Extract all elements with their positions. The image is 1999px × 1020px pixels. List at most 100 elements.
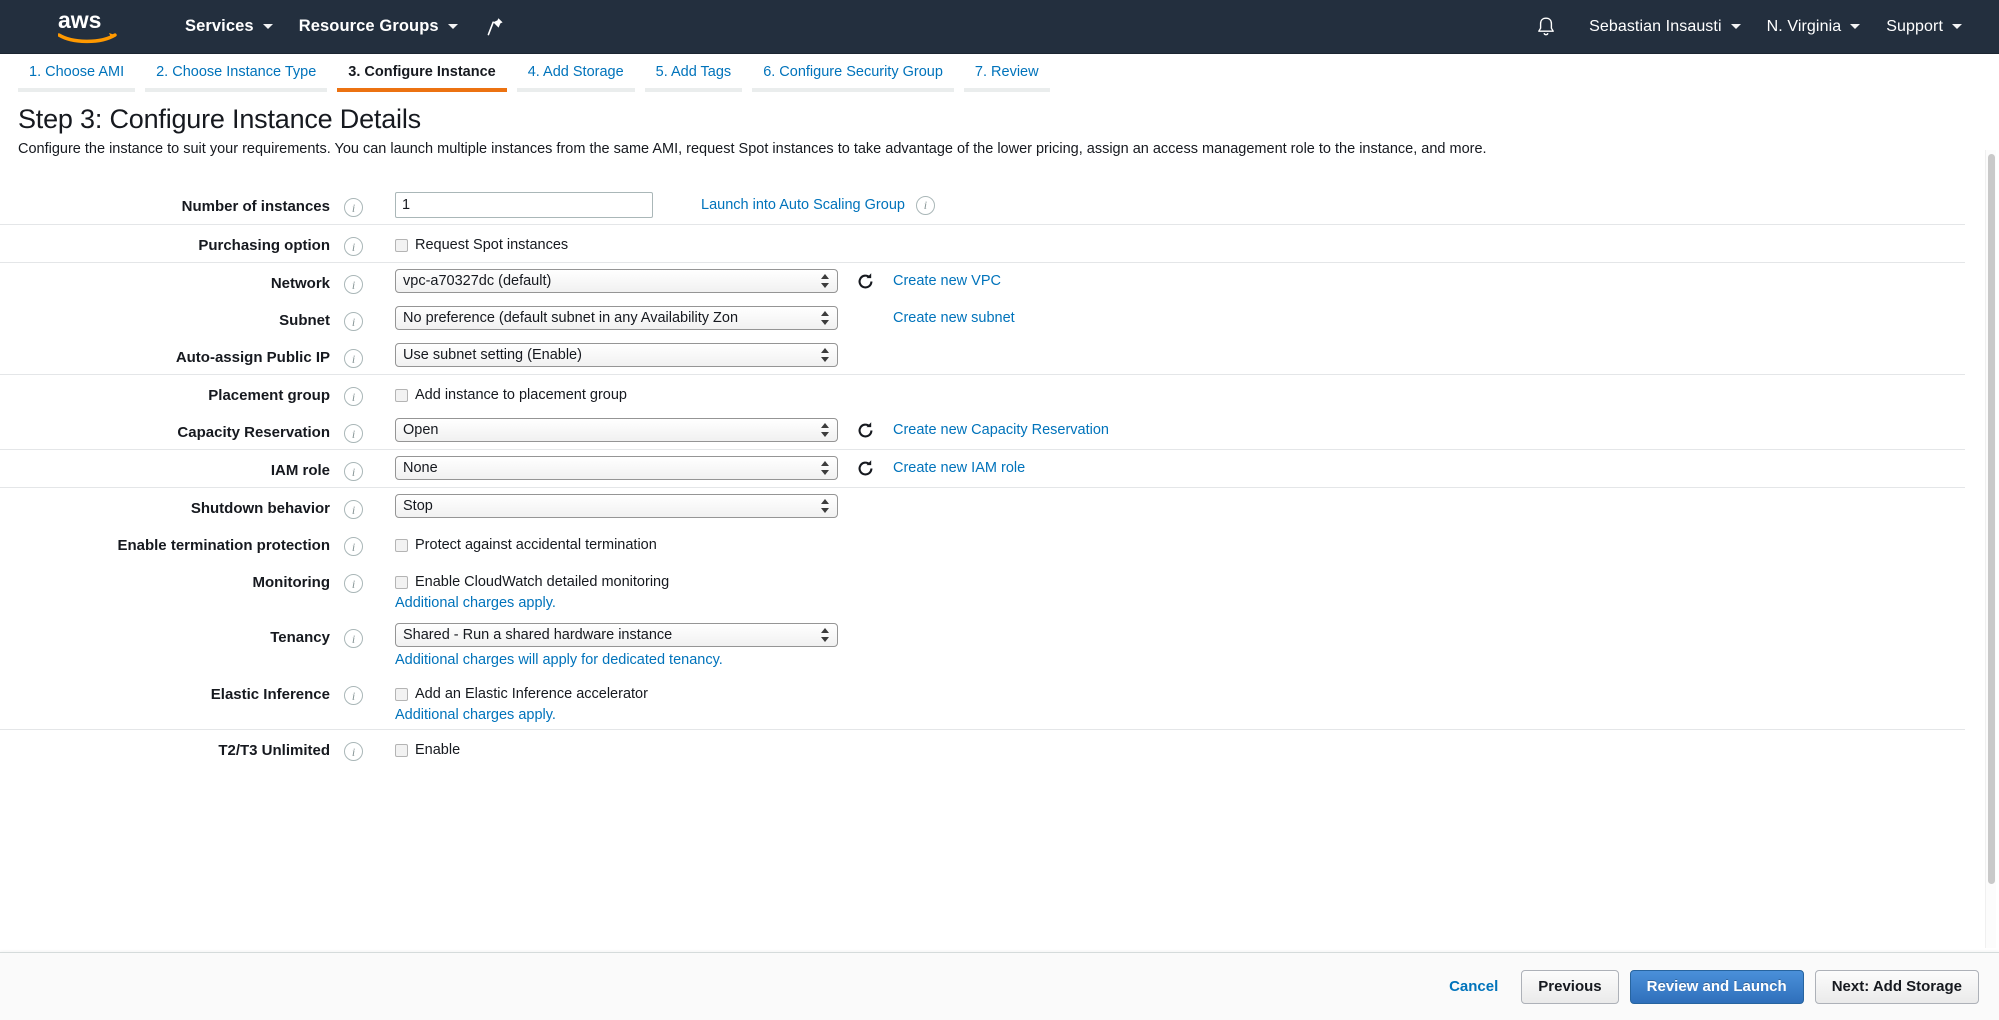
refresh-icon	[858, 272, 873, 288]
row-iam-role: IAM role i None Create new IAM role	[0, 450, 1965, 487]
nav-resource-groups-label: Resource Groups	[298, 17, 439, 35]
aws-top-navigation: aws Services Resource Groups Sebastian I…	[0, 0, 1999, 54]
previous-button[interactable]: Previous	[1521, 969, 1619, 1004]
capacity-reservation-select[interactable]: Open	[395, 418, 838, 442]
auto-assign-public-ip-select[interactable]: Use subnet setting (Enable)	[395, 343, 838, 367]
number-of-instances-input[interactable]	[395, 192, 653, 218]
row-placement-group: Placement group i Add instance to placem…	[0, 375, 1965, 412]
info-icon[interactable]: i	[344, 349, 363, 368]
elastic-inference-additional-charges-link[interactable]: Additional charges apply.	[395, 707, 648, 723]
select-arrows-icon	[821, 310, 830, 326]
nav-region-label: N. Virginia	[1766, 17, 1842, 35]
create-new-vpc-link[interactable]: Create new VPC	[893, 273, 1001, 289]
tab-add-storage[interactable]: 4. Add Storage	[516, 64, 635, 92]
info-icon[interactable]: i	[344, 237, 363, 256]
refresh-icon	[858, 421, 873, 437]
row-auto-assign-public-ip: Auto-assign Public IP i Use subnet setti…	[0, 337, 1965, 374]
termination-protection-checkbox[interactable]	[395, 538, 408, 552]
form-section-behavior: Shutdown behavior i Stop Enable terminat…	[0, 488, 1965, 730]
row-network: Network i vpc-a70327dc (default) Create …	[0, 263, 1965, 300]
info-icon[interactable]: i	[344, 424, 363, 443]
info-icon[interactable]: i	[915, 195, 935, 215]
info-icon[interactable]: i	[344, 574, 363, 593]
subnet-select[interactable]: No preference (default subnet in any Ava…	[395, 306, 838, 330]
elastic-inference-checkbox[interactable]	[395, 687, 408, 701]
info-icon[interactable]: i	[344, 629, 363, 648]
request-spot-instances-label[interactable]: Request Spot instances	[415, 237, 568, 253]
cloudwatch-monitoring-label[interactable]: Enable CloudWatch detailed monitoring	[415, 574, 669, 590]
review-and-launch-button[interactable]: Review and Launch	[1629, 969, 1804, 1004]
shutdown-behavior-select[interactable]: Stop	[395, 494, 838, 518]
launch-into-auto-scaling-group-link[interactable]: Launch into Auto Scaling Group	[701, 197, 905, 213]
t2-t3-unlimited-label[interactable]: Enable	[415, 742, 460, 758]
network-select[interactable]: vpc-a70327dc (default)	[395, 269, 838, 293]
refresh-iam-role-button[interactable]	[856, 459, 875, 478]
page-header: Step 3: Configure Instance Details Confi…	[0, 92, 1999, 160]
info-icon[interactable]: i	[344, 387, 363, 406]
info-icon[interactable]: i	[344, 198, 363, 217]
chevron-down-icon	[262, 24, 273, 29]
select-arrows-icon	[821, 627, 830, 643]
tab-configure-security-group[interactable]: 6. Configure Security Group	[752, 64, 954, 92]
info-icon[interactable]: i	[344, 686, 363, 705]
page-scrollbar[interactable]	[1985, 150, 1996, 948]
iam-role-select[interactable]: None	[395, 456, 838, 480]
cloudwatch-monitoring-checkbox[interactable]	[395, 575, 408, 589]
nav-user-menu[interactable]: Sebastian Insausti	[1576, 0, 1754, 53]
info-icon[interactable]: i	[344, 462, 363, 481]
auto-assign-public-ip-value: Use subnet setting (Enable)	[403, 347, 582, 363]
tab-review[interactable]: 7. Review	[963, 64, 1050, 92]
form-section-placement: Placement group i Add instance to placem…	[0, 375, 1965, 450]
tab-configure-instance[interactable]: 3. Configure Instance	[337, 64, 507, 92]
nav-support-menu[interactable]: Support	[1873, 0, 1975, 53]
create-new-iam-role-link[interactable]: Create new IAM role	[893, 460, 1025, 476]
notifications-button[interactable]	[1516, 0, 1576, 53]
label-shutdown-behavior: Shutdown behavior	[190, 500, 330, 517]
add-to-placement-group-label[interactable]: Add instance to placement group	[415, 387, 627, 403]
t2-t3-unlimited-checkbox[interactable]	[395, 743, 408, 757]
pin-icon	[487, 18, 503, 36]
select-arrows-icon	[821, 498, 830, 514]
monitoring-additional-charges-link[interactable]: Additional charges apply.	[395, 595, 669, 611]
aws-logo[interactable]: aws	[58, 8, 120, 46]
network-select-value: vpc-a70327dc (default)	[403, 273, 552, 289]
pin-button[interactable]	[471, 0, 520, 53]
next-add-storage-button[interactable]: Next: Add Storage	[1814, 969, 1979, 1004]
nav-region-menu[interactable]: N. Virginia	[1754, 0, 1874, 53]
row-subnet: Subnet i No preference (default subnet i…	[0, 300, 1965, 337]
tenancy-select[interactable]: Shared - Run a shared hardware instance	[395, 623, 838, 647]
row-tenancy: Tenancy i Shared - Run a shared hardware…	[0, 617, 1965, 674]
refresh-icon	[858, 459, 873, 475]
elastic-inference-label[interactable]: Add an Elastic Inference accelerator	[415, 686, 648, 702]
nav-resource-groups[interactable]: Resource Groups	[286, 0, 471, 53]
termination-protection-label[interactable]: Protect against accidental termination	[415, 537, 657, 553]
row-elastic-inference: Elastic Inference i Add an Elastic Infer…	[0, 674, 1965, 729]
add-to-placement-group-checkbox[interactable]	[395, 388, 408, 402]
create-new-capacity-reservation-link[interactable]: Create new Capacity Reservation	[893, 422, 1109, 438]
tab-add-tags[interactable]: 5. Add Tags	[644, 64, 743, 92]
label-auto-assign-public-ip: Auto-assign Public IP	[175, 349, 330, 366]
refresh-capacity-reservation-button[interactable]	[856, 421, 875, 440]
label-monitoring: Monitoring	[252, 574, 330, 591]
info-icon[interactable]: i	[344, 275, 363, 294]
refresh-network-button[interactable]	[856, 272, 875, 291]
create-new-subnet-link[interactable]: Create new subnet	[893, 310, 1015, 326]
tenancy-additional-charges-link[interactable]: Additional charges will apply for dedica…	[395, 652, 838, 668]
tab-choose-instance-type[interactable]: 2. Choose Instance Type	[145, 64, 328, 92]
info-icon[interactable]: i	[344, 500, 363, 519]
row-capacity-reservation: Capacity Reservation i Open Create new C…	[0, 412, 1965, 449]
svg-text:aws: aws	[58, 8, 101, 33]
subnet-select-value: No preference (default subnet in any Ava…	[403, 310, 739, 326]
select-arrows-icon	[821, 422, 830, 438]
form-section-t2-t3-unlimited: T2/T3 Unlimited i Enable	[0, 730, 1965, 767]
scrollbar-thumb[interactable]	[1988, 154, 1995, 884]
row-termination-protection: Enable termination protection i Protect …	[0, 525, 1965, 562]
nav-services[interactable]: Services	[172, 0, 286, 53]
request-spot-instances-checkbox[interactable]	[395, 238, 408, 252]
info-icon[interactable]: i	[344, 742, 363, 761]
info-icon[interactable]: i	[344, 312, 363, 331]
info-icon[interactable]: i	[344, 537, 363, 556]
cancel-button[interactable]: Cancel	[1437, 978, 1510, 995]
select-arrows-icon	[821, 347, 830, 363]
tab-choose-ami[interactable]: 1. Choose AMI	[18, 64, 136, 92]
